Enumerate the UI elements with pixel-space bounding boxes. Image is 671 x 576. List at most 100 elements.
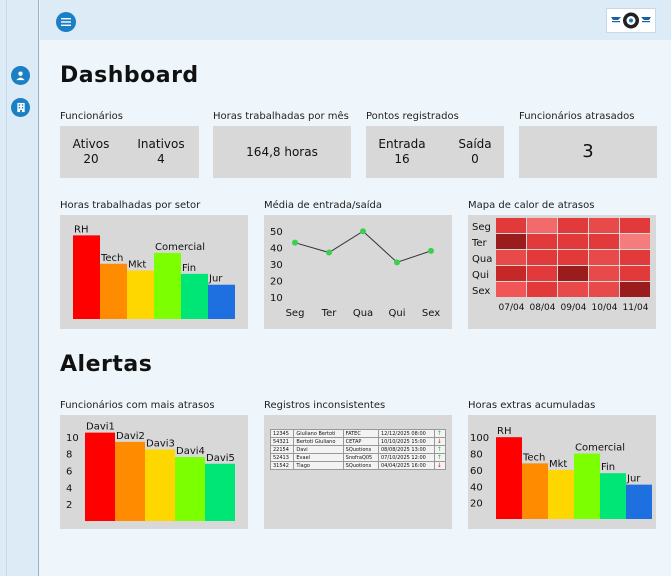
cell-id: 31542	[269, 461, 295, 470]
chart-horas-extras-svg: 20 40 60 80 100 RH Tech Mkt Comercial Fin Jur	[470, 426, 652, 519]
entrada-block: Entrada 16	[374, 137, 430, 167]
heat-cell	[527, 250, 557, 265]
registros-inconsistentes-card: 12345 Giuliano Bertoti FATEC 12/12/2025 08:…	[264, 415, 452, 529]
arrow-down-icon: ↓	[433, 461, 447, 470]
bar-jur	[626, 484, 652, 519]
inativos-value: 4	[157, 152, 165, 166]
kpi-atrasados-label: Funcionários atrasados	[519, 111, 635, 122]
bar-label: Fin	[601, 462, 615, 473]
cell-data: 08/08/2025 13:00	[378, 445, 435, 454]
heat-cell	[558, 218, 588, 233]
bar-rh	[496, 437, 522, 519]
x-tick-label: Seg	[286, 308, 305, 319]
chart-setor-title: Horas trabalhadas por setor	[60, 200, 201, 211]
chart-media-title: Média de entrada/saída	[264, 200, 382, 211]
heat-cell	[558, 250, 588, 265]
cell-nome: Bertoti Giuliano	[293, 437, 344, 446]
col-label: 08/04	[530, 303, 556, 313]
chart-extras-title: Horas extras acumuladas	[468, 400, 596, 411]
saida-value: 0	[471, 152, 479, 166]
cell-id: 22154	[269, 445, 295, 454]
data-point	[326, 249, 332, 256]
chart-horas-setor: RH Tech Mkt Comercial Fin Jur	[60, 215, 248, 329]
bar-label: Davi4	[176, 446, 205, 457]
heat-cell	[558, 266, 588, 281]
bar-label: Davi5	[206, 453, 235, 464]
building-icon[interactable]	[11, 98, 30, 117]
saida-label: Saída	[458, 137, 492, 151]
menu-icon[interactable]	[56, 12, 76, 32]
row-label: Ter	[471, 238, 488, 249]
topbar	[40, 0, 671, 40]
cell-id: 52413	[269, 453, 295, 462]
cell-org: CETAP	[342, 437, 380, 446]
data-point	[394, 259, 400, 266]
cell-data: 10/10/2025 15:00	[378, 437, 435, 446]
heat-cell	[496, 234, 526, 249]
y-tick-label: 20	[270, 276, 283, 287]
heat-cell	[496, 250, 526, 265]
bar-tech	[100, 263, 127, 319]
kpi-pontos-label: Pontos registrados	[366, 111, 459, 122]
heat-cell	[496, 282, 526, 297]
bar-label: Comercial	[155, 242, 205, 253]
series-line	[294, 230, 432, 263]
y-tick-label: 8	[66, 450, 72, 461]
table-row[interactable]: 52413 Evael SnofraQ05 07/10/2025 12:00 ↑	[269, 453, 447, 462]
cell-org: SQuotions	[342, 445, 380, 454]
table-row[interactable]: 22154 Davi SQuotions 08/08/2025 13:00 ↑	[269, 445, 447, 454]
arrow-down-icon: ↓	[433, 437, 447, 446]
arrow-up-icon: ↑	[433, 429, 447, 438]
col-label: 07/04	[499, 303, 525, 313]
chart-horas-extras: 20 40 60 80 100 RH Tech Mkt Comercial Fin Jur	[468, 415, 656, 529]
y-tick-label: 40	[270, 244, 283, 255]
cell-id: 54321	[269, 437, 295, 446]
chart-media-entrada-saida: 10 20 30 40 50 Seg Ter Qua Qui Sex	[264, 215, 452, 329]
cell-nome: Davi	[293, 445, 344, 454]
bar-label: Mkt	[128, 259, 146, 270]
heat-cell	[496, 266, 526, 281]
registros-title: Registros inconsistentes	[264, 400, 386, 411]
kpi-funcionarios-label: Funcionários	[60, 111, 123, 122]
heat-cell	[589, 266, 619, 281]
y-tick-label: 4	[66, 483, 72, 494]
heat-cell	[620, 282, 650, 297]
data-point	[428, 247, 434, 254]
heat-cell	[620, 234, 650, 249]
heat-cell	[589, 218, 619, 233]
page-title: Dashboard	[60, 63, 199, 88]
bar-label: Fin	[182, 263, 196, 274]
table-row[interactable]: 12345 Giuliano Bertoti FATEC 12/12/2025 08:…	[269, 429, 447, 438]
heat-cell	[620, 250, 650, 265]
col-label: 11/04	[623, 303, 649, 313]
bar-comercial	[154, 252, 181, 319]
y-tick-label: 10	[66, 433, 79, 444]
y-tick-label: 6	[66, 467, 72, 478]
bar-tech	[522, 463, 548, 519]
user-icon[interactable]	[11, 66, 30, 85]
inativos-block: Inativos 4	[132, 137, 190, 167]
bar-label: Tech	[522, 452, 545, 463]
chart-mais-atrasos-svg: 2 4 6 8 10 Davi1Davi2Davi3Davi4Davi5	[66, 422, 235, 521]
bar-davi2	[115, 441, 145, 521]
bar-label: Comercial	[575, 443, 625, 454]
table-row[interactable]: 54321 Bertoti Giuliano CETAP 10/10/2025 15:…	[269, 437, 447, 446]
cell-id: 12345	[269, 429, 295, 438]
chart-media-svg: 10 20 30 40 50 Seg Ter Qua Qui Sex	[270, 227, 440, 319]
bar-label: Mkt	[549, 459, 567, 470]
table-row[interactable]: 31542 Tiago SQuotions 04/04/2025 16:00 ↓	[269, 461, 447, 470]
chart-atrasos-title: Funcionários com mais atrasos	[60, 400, 215, 411]
data-point	[360, 228, 366, 235]
heat-cell	[589, 282, 619, 297]
x-tick-label: Qua	[353, 308, 373, 319]
heat-cell	[589, 250, 619, 265]
ativos-block: Ativos 20	[69, 137, 113, 167]
kpi-funcionarios-card: Ativos 20 Inativos 4	[60, 126, 199, 178]
row-label: Qui	[472, 270, 489, 281]
chart-heatmap-svg: Seg Ter Qua Qui Sex 07/04 08/04 09/04 10/04 11/04	[471, 218, 650, 313]
row-label: Sex	[472, 286, 490, 297]
bar-mkt	[548, 469, 574, 519]
bar-davi4	[175, 457, 205, 521]
wheel-logo-icon[interactable]	[606, 8, 656, 33]
bar-label: RH	[74, 224, 88, 235]
